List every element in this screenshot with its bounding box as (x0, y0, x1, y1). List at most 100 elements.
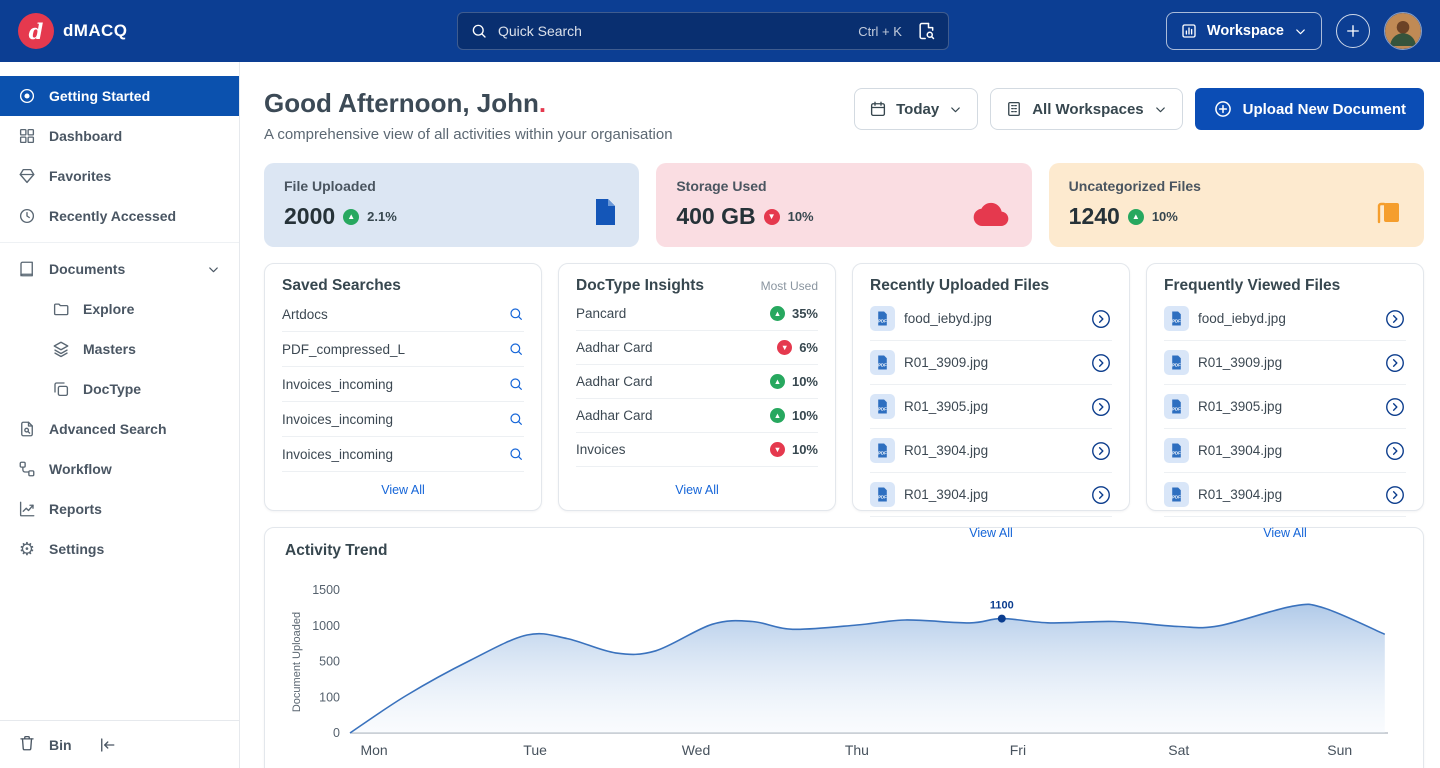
layers-icon (52, 340, 70, 358)
document-search-icon[interactable] (916, 21, 936, 41)
sidebar-item-doctype[interactable]: DocType (0, 369, 239, 409)
file-row[interactable]: PDFR01_3905.jpg (1164, 385, 1406, 429)
file-row[interactable]: PDFR01_3909.jpg (870, 341, 1112, 385)
sidebar-item-getting-started[interactable]: Getting Started (0, 76, 239, 116)
quick-search-bar[interactable]: Ctrl + K (457, 12, 949, 50)
sidebar-item-settings[interactable]: ⚙ Settings (0, 529, 239, 569)
sidebar-item-workflow[interactable]: Workflow (0, 449, 239, 489)
svg-text:1100: 1100 (990, 600, 1014, 612)
plus-circle-icon (1213, 99, 1233, 119)
svg-text:PDF: PDF (878, 318, 887, 323)
plus-icon (1344, 22, 1362, 40)
open-file-chevron-icon[interactable] (1384, 440, 1406, 462)
stat-cards: File Uploaded 2000 2.1% Storage Used 400… (264, 163, 1424, 247)
svg-text:Wed: Wed (682, 742, 711, 758)
saved-search-row[interactable]: Invoices_incoming (282, 402, 524, 437)
open-file-chevron-icon[interactable] (1384, 396, 1406, 418)
file-row[interactable]: PDFR01_3904.jpg (1164, 473, 1406, 517)
svg-text:PDF: PDF (1172, 494, 1181, 499)
calendar-icon (869, 100, 887, 118)
open-file-chevron-icon[interactable] (1384, 308, 1406, 330)
trend-icon (770, 374, 785, 389)
search-icon[interactable] (508, 306, 524, 322)
collapse-sidebar-icon[interactable] (98, 736, 116, 754)
view-all-link[interactable]: View All (1164, 517, 1406, 540)
pdf-file-icon: PDF (1164, 306, 1189, 331)
workspace-label: Workspace (1207, 23, 1284, 39)
topbar: d dMACQ Ctrl + K Workspace (0, 0, 1440, 62)
search-shortcut: Ctrl + K (858, 24, 902, 39)
svg-text:100: 100 (319, 690, 340, 704)
page-title: Good Afternoon, John. (264, 88, 673, 119)
search-icon[interactable] (508, 411, 524, 427)
pdf-file-icon: PDF (870, 482, 895, 507)
pdf-file-icon: PDF (1164, 438, 1189, 463)
building-icon (1005, 100, 1023, 118)
trend-icon (770, 306, 785, 321)
saved-search-row[interactable]: Invoices_incoming (282, 437, 524, 472)
search-icon[interactable] (508, 341, 524, 357)
file-row[interactable]: PDFR01_3905.jpg (870, 385, 1112, 429)
view-all-link[interactable]: View All (282, 474, 524, 497)
file-row[interactable]: PDFR01_3904.jpg (1164, 429, 1406, 473)
add-button[interactable] (1336, 14, 1370, 48)
open-file-chevron-icon[interactable] (1384, 484, 1406, 506)
sidebar-item-documents[interactable]: Documents (0, 249, 239, 289)
doctype-row: Aadhar Card 6% (576, 331, 818, 365)
file-row[interactable]: PDFR01_3904.jpg (870, 473, 1112, 517)
chevron-down-icon (1153, 102, 1168, 117)
svg-text:Sun: Sun (1327, 742, 1352, 758)
trend-icon (770, 442, 785, 457)
file-row[interactable]: PDFR01_3904.jpg (870, 429, 1112, 473)
open-file-chevron-icon[interactable] (1090, 308, 1112, 330)
search-icon[interactable] (508, 376, 524, 392)
sidebar-item-favorites[interactable]: Favorites (0, 156, 239, 196)
sidebar-item-bin[interactable]: Bin (0, 720, 239, 768)
file-row[interactable]: PDFfood_iebyd.jpg (870, 297, 1112, 341)
search-input[interactable] (498, 23, 848, 39)
search-icon[interactable] (508, 446, 524, 462)
open-file-chevron-icon[interactable] (1090, 484, 1112, 506)
activity-trend-card: Activity Trend Document Uploaded01005001… (264, 527, 1424, 768)
saved-search-row[interactable]: Artdocs (282, 297, 524, 332)
chevron-down-icon (206, 262, 221, 277)
sidebar-item-recently-accessed[interactable]: Recently Accessed (0, 196, 239, 236)
frequently-viewed-card: Frequently Viewed Files PDFfood_iebyd.jp… (1146, 263, 1424, 511)
sidebar-item-dashboard[interactable]: Dashboard (0, 116, 239, 156)
workflow-icon (18, 460, 36, 478)
pdf-file-icon: PDF (870, 394, 895, 419)
open-file-chevron-icon[interactable] (1384, 352, 1406, 374)
open-file-chevron-icon[interactable] (1090, 352, 1112, 374)
workspace-button[interactable]: Workspace (1166, 12, 1322, 50)
trend-up-icon (343, 209, 359, 225)
upload-new-document-button[interactable]: Upload New Document (1195, 88, 1424, 130)
svg-text:1000: 1000 (312, 619, 340, 633)
trend-icon (777, 340, 792, 355)
svg-text:PDF: PDF (878, 362, 887, 367)
saved-search-row[interactable]: PDF_compressed_L (282, 332, 524, 367)
user-avatar[interactable] (1384, 12, 1422, 50)
open-file-chevron-icon[interactable] (1090, 440, 1112, 462)
view-all-link[interactable]: View All (870, 517, 1112, 540)
file-row[interactable]: PDFR01_3909.jpg (1164, 341, 1406, 385)
svg-text:PDF: PDF (1172, 318, 1181, 323)
workspaces-filter-button[interactable]: All Workspaces (990, 88, 1182, 130)
doctype-row: Aadhar Card 10% (576, 399, 818, 433)
pdf-file-icon: PDF (870, 350, 895, 375)
dmacq-logo-icon: d (18, 13, 54, 49)
open-file-chevron-icon[interactable] (1090, 396, 1112, 418)
saved-search-row[interactable]: Invoices_incoming (282, 367, 524, 402)
saved-searches-card: Saved Searches Artdocs PDF_compressed_L … (264, 263, 542, 511)
svg-text:PDF: PDF (1172, 362, 1181, 367)
svg-text:Thu: Thu (845, 742, 869, 758)
file-row[interactable]: PDFfood_iebyd.jpg (1164, 297, 1406, 341)
sidebar-item-advanced-search[interactable]: Advanced Search (0, 409, 239, 449)
view-all-link[interactable]: View All (576, 474, 818, 497)
stat-value: 2000 (284, 203, 335, 230)
svg-text:Tue: Tue (523, 742, 547, 758)
chart-icon (18, 500, 36, 518)
sidebar-item-explore[interactable]: Explore (0, 289, 239, 329)
date-filter-button[interactable]: Today (854, 88, 978, 130)
sidebar-item-reports[interactable]: Reports (0, 489, 239, 529)
sidebar-item-masters[interactable]: Masters (0, 329, 239, 369)
